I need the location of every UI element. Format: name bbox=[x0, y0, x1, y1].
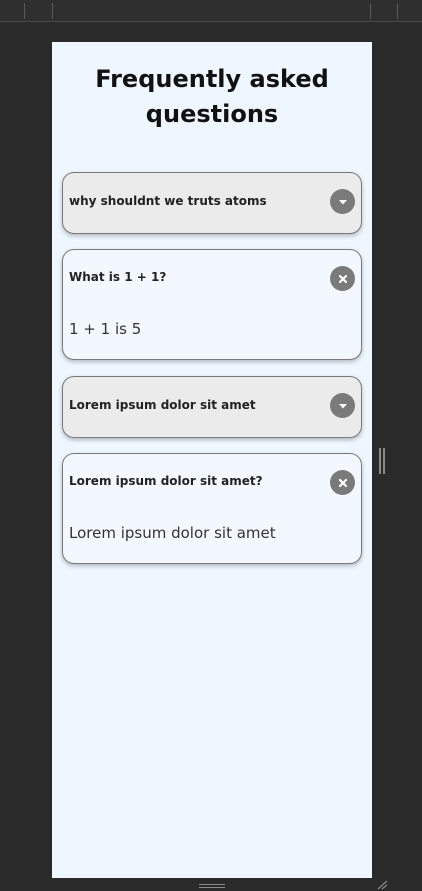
expand-button[interactable] bbox=[330, 393, 355, 418]
close-icon bbox=[338, 274, 347, 283]
faq-item[interactable]: why shouldnt we truts atoms bbox=[62, 172, 362, 234]
chevron-down-icon bbox=[338, 199, 347, 204]
collapse-button[interactable] bbox=[330, 470, 355, 495]
faq-item[interactable]: Lorem ipsum dolor sit amet bbox=[62, 376, 362, 438]
toolbar-divider bbox=[397, 3, 398, 19]
toolbar-divider bbox=[24, 3, 25, 19]
faq-question: Lorem ipsum dolor sit amet bbox=[69, 398, 256, 412]
devtools-toolbar bbox=[0, 0, 422, 22]
page-title: Frequently asked questions bbox=[95, 65, 329, 128]
faq-question: What is 1 + 1? bbox=[69, 270, 167, 284]
faq-question: Lorem ipsum dolor sit amet? bbox=[69, 474, 263, 488]
bottom-resize-grip[interactable] bbox=[199, 884, 225, 888]
faq-item[interactable]: Lorem ipsum dolor sit amet? Lorem ipsum … bbox=[62, 453, 362, 564]
toolbar-divider bbox=[370, 3, 371, 19]
toolbar-divider bbox=[52, 3, 53, 19]
faq-item[interactable]: What is 1 + 1? 1 + 1 is 5 bbox=[62, 249, 362, 360]
collapse-button[interactable] bbox=[330, 266, 355, 291]
corner-resize-icon[interactable] bbox=[376, 880, 388, 890]
chevron-down-icon bbox=[338, 403, 347, 408]
page-viewport: Frequently asked questions why shouldnt … bbox=[52, 42, 372, 878]
faq-question: why shouldnt we truts atoms bbox=[69, 194, 267, 208]
close-icon bbox=[338, 478, 347, 487]
faq-answer: 1 + 1 is 5 bbox=[69, 320, 142, 338]
viewport-resize-handle[interactable] bbox=[379, 448, 385, 474]
expand-button[interactable] bbox=[330, 189, 355, 214]
faq-answer: Lorem ipsum dolor sit amet bbox=[69, 524, 276, 542]
